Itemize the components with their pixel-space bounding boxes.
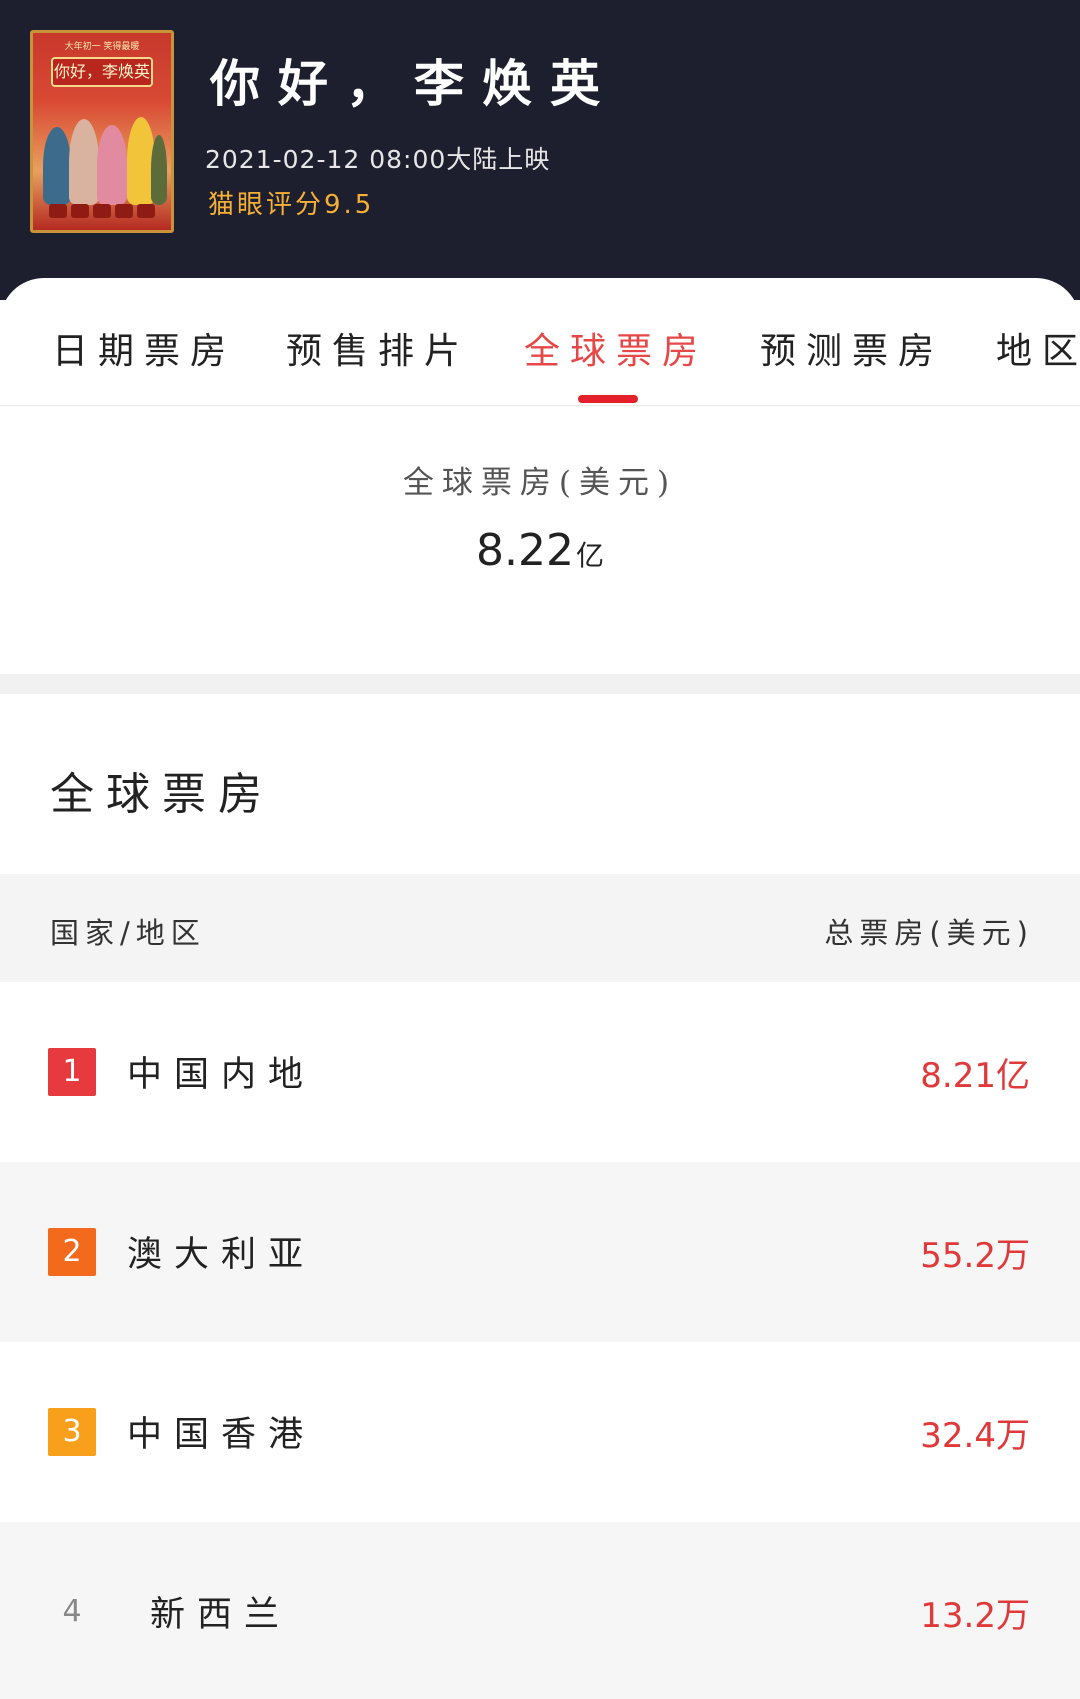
movie-title: 你好，李焕英	[210, 54, 618, 113]
table-row[interactable]: 2 澳大利亚 55.2万	[0, 1162, 1080, 1342]
table-row[interactable]: 1 中国内地 8.21亿	[0, 982, 1080, 1162]
country-name: 中国香港	[127, 1415, 316, 1455]
poster-tagline: 大年初一 笑得最暖	[64, 42, 140, 52]
rank-badge: 3	[48, 1408, 96, 1456]
summary-label: 全球票房(美元)	[402, 465, 678, 501]
table-header: 国家/地区 总票房(美元)	[0, 874, 1080, 982]
country-name: 澳大利亚	[127, 1235, 316, 1275]
tab-bar: 日期票房 预售排片 全球票房 预测票房 地区	[0, 278, 1080, 406]
tab-daily-box-office[interactable]: 日期票房	[52, 322, 236, 374]
release-info: 2021-02-12 08:00大陆上映	[205, 145, 551, 174]
gross-value: 55.2万	[920, 1236, 1030, 1276]
poster-figures	[43, 105, 167, 205]
summary-value: 8.22亿	[0, 525, 1080, 576]
global-summary: 全球票房(美元) 8.22亿	[0, 407, 1080, 674]
column-header-region: 国家/地区	[50, 916, 206, 950]
content-card: 日期票房 预售排片 全球票房 预测票房 地区 全球票房(美元) 8.22亿 全球…	[0, 278, 1080, 1699]
rank-number: 4	[62, 1594, 82, 1629]
tab-presale-schedule[interactable]: 预售排片	[286, 322, 470, 374]
poster-footer	[49, 204, 155, 218]
poster-title: 你好，李焕英	[51, 57, 153, 87]
gross-value: 13.2万	[920, 1596, 1030, 1636]
section-title: 全球票房	[50, 769, 274, 820]
movie-poster[interactable]: 大年初一 笑得最暖 你好，李焕英	[30, 30, 174, 233]
tab-global-box-office[interactable]: 全球票房	[524, 322, 708, 374]
column-header-gross: 总票房(美元)	[824, 916, 1034, 950]
section-divider	[0, 674, 1080, 694]
table-row[interactable]: 3 中国香港 32.4万	[0, 1342, 1080, 1522]
active-tab-indicator	[578, 395, 638, 403]
tab-forecast-box-office[interactable]: 预测票房	[760, 322, 944, 374]
gross-value: 8.21亿	[920, 1056, 1030, 1096]
country-name: 新西兰	[150, 1595, 292, 1635]
summary-number: 8.22	[476, 525, 574, 576]
country-name: 中国内地	[127, 1055, 316, 1095]
rank-badge: 1	[48, 1048, 96, 1096]
rank-badge: 2	[48, 1228, 96, 1276]
table-row[interactable]: 4 新西兰 13.2万	[0, 1522, 1080, 1699]
movie-header: 大年初一 笑得最暖 你好，李焕英 你好，李焕英 2021-02-12 08:00…	[0, 0, 1080, 300]
summary-unit: 亿	[575, 539, 604, 572]
tab-region[interactable]: 地区	[996, 322, 1080, 374]
gross-value: 32.4万	[920, 1416, 1030, 1456]
maoyan-rating: 猫眼评分9.5	[208, 190, 375, 220]
